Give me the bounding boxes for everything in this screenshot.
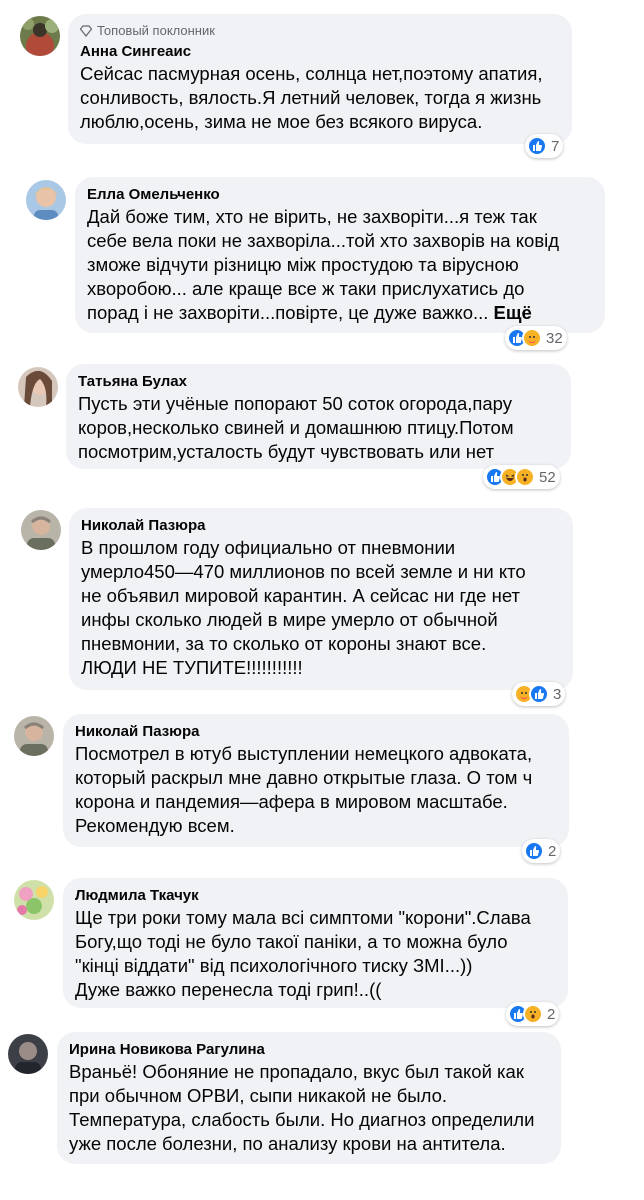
- comment-text: Враньё! Обоняние не пропадало, вкус был …: [69, 1061, 535, 1154]
- reaction-summary[interactable]: 32: [505, 326, 567, 350]
- avatar[interactable]: [14, 880, 54, 920]
- wow-icon: [515, 467, 535, 487]
- comment-bubble: Елла Омельченко Дай боже тим, хто не вір…: [75, 177, 605, 333]
- author-name[interactable]: Николай Пазюра: [81, 516, 561, 536]
- author-name[interactable]: Николай Пазюра: [75, 722, 557, 742]
- comment-text: Дай боже тим, хто не вірить, не захворіт…: [87, 205, 593, 325]
- avatar[interactable]: [26, 180, 66, 220]
- avatar[interactable]: [20, 16, 60, 56]
- reaction-summary[interactable]: 52: [483, 465, 560, 489]
- avatar[interactable]: [18, 367, 58, 407]
- wow-icon: [523, 1004, 543, 1024]
- author-name[interactable]: Елла Омельченко: [87, 185, 593, 205]
- reaction-count: 52: [539, 468, 556, 486]
- top-fan-badge: Топовый поклонник: [80, 22, 560, 40]
- avatar[interactable]: [8, 1034, 48, 1074]
- reaction-summary[interactable]: 3: [512, 682, 566, 706]
- reaction-count: 2: [548, 842, 557, 860]
- author-name[interactable]: Анна Сингеаис: [80, 42, 560, 62]
- comment-bubble: Татьяна Булах Пусть эти учёные попорают …: [66, 364, 571, 469]
- avatar[interactable]: [14, 716, 54, 756]
- reaction-count: 32: [546, 329, 563, 347]
- author-name[interactable]: Ирина Новикова Рагулина: [69, 1040, 549, 1060]
- like-icon: [527, 136, 547, 156]
- comment-text: В прошлом году официально от пневмонии у…: [81, 537, 526, 678]
- comment-text: Ще три роки тому мала всі симптоми "коро…: [75, 907, 531, 1000]
- like-icon: [524, 841, 544, 861]
- reaction-count: 2: [547, 1005, 556, 1023]
- reaction-count: 7: [551, 137, 560, 155]
- diamond-icon: [80, 25, 92, 37]
- comment-bubble: Ирина Новикова Рагулина Враньё! Обоняние…: [57, 1032, 561, 1164]
- comment-text: Сейсас пасмурная осень, солнца нет,поэто…: [80, 63, 543, 132]
- author-name[interactable]: Людмила Ткачук: [75, 886, 556, 906]
- comment-bubble: Николай Пазюра Посмотрел в ютуб выступле…: [63, 714, 569, 847]
- comment-text: Посмотрел в ютуб выступлении немецкого а…: [75, 743, 533, 836]
- comment-bubble: Людмила Ткачук Ще три роки тому мала всі…: [63, 878, 568, 1008]
- reaction-summary[interactable]: 7: [525, 134, 564, 158]
- like-icon: [529, 684, 549, 704]
- see-more-link[interactable]: Ещё: [494, 302, 532, 323]
- comment-text-body: Дай боже тим, хто не вірить, не захворіт…: [87, 206, 560, 323]
- comment-text: Пусть эти учёные попорают 50 соток огоро…: [78, 393, 514, 462]
- badge-label: Топовый поклонник: [97, 23, 215, 38]
- care-icon: [522, 328, 542, 348]
- reaction-summary[interactable]: 2: [506, 1002, 560, 1026]
- reaction-summary[interactable]: 2: [522, 839, 561, 863]
- author-name[interactable]: Татьяна Булах: [78, 372, 559, 392]
- avatar[interactable]: [21, 510, 61, 550]
- comment-bubble: Николай Пазюра В прошлом году официально…: [69, 508, 573, 690]
- comment-bubble: Топовый поклонник Анна Сингеаис Сейсас п…: [68, 14, 572, 144]
- reaction-count: 3: [553, 685, 562, 703]
